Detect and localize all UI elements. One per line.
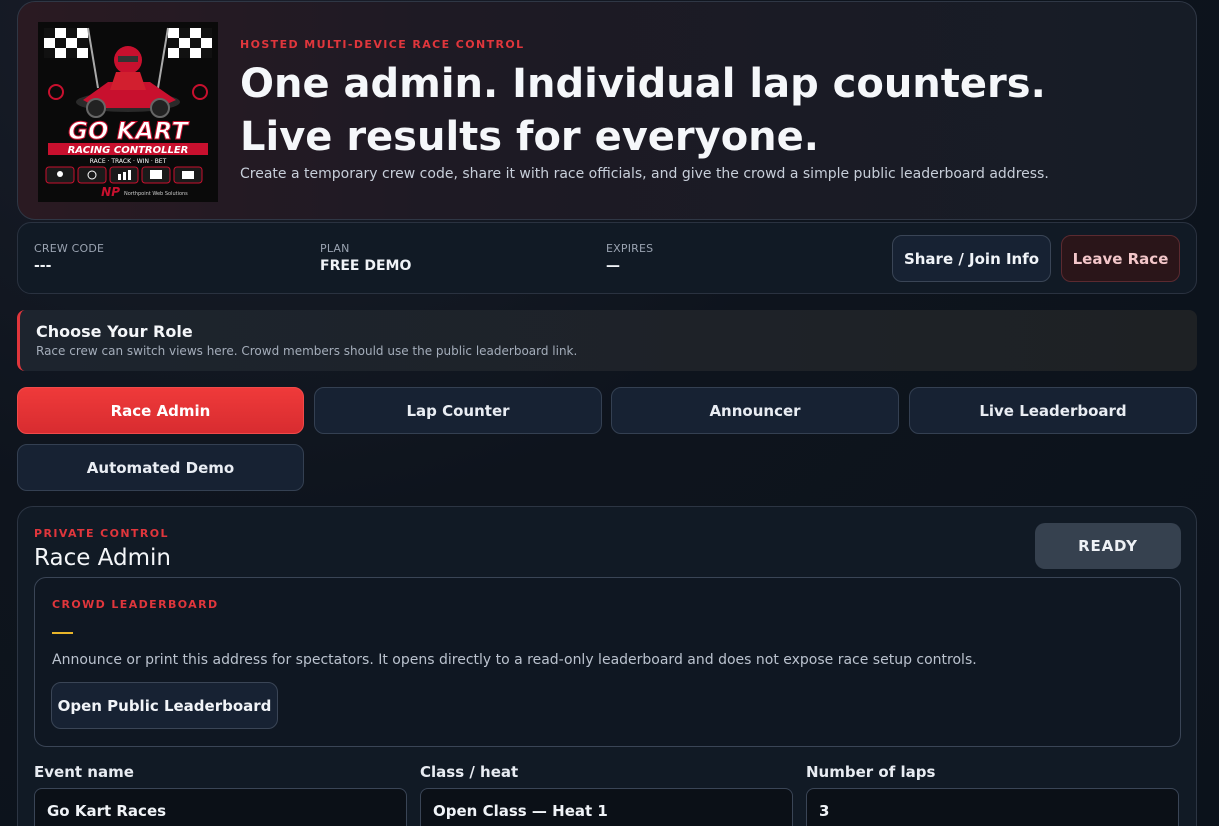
tab-live-leaderboard[interactable]: Live Leaderboard (909, 387, 1197, 434)
choose-role-subtitle: Race crew can switch views here. Crowd m… (36, 344, 578, 358)
share-join-info-button[interactable]: Share / Join Info (892, 235, 1051, 282)
tab-race-admin[interactable]: Race Admin (17, 387, 304, 434)
logo-tagline: RACE · TRACK · WIN · BET (90, 158, 167, 165)
expires-group: EXPIRES — (606, 242, 653, 274)
logo-brand-line2: RACING CONTROLLER (68, 145, 189, 156)
plan-group: PLAN FREE DEMO (320, 242, 411, 274)
crowd-accent-divider (52, 632, 73, 634)
expires-label: EXPIRES (606, 242, 654, 255)
crew-code-value: --- (34, 258, 52, 274)
class-heat-field[interactable]: Open Class — Heat 1 (420, 788, 793, 826)
hero-eyebrow: HOSTED MULTI-DEVICE RACE CONTROL (240, 38, 525, 51)
plan-value: FREE DEMO (320, 258, 412, 274)
crowd-leaderboard-eyebrow: CROWD LEADERBOARD (52, 598, 219, 611)
expires-value: — (606, 258, 620, 274)
logo-company-name: Northpoint Web Solutions (124, 191, 188, 197)
crew-code-group: CREW CODE --- (34, 242, 104, 274)
hero-card: GO KART RACING CONTROLLER RACE · TRACK ·… (17, 1, 1197, 220)
tab-lap-counter[interactable]: Lap Counter (314, 387, 602, 434)
logo-company-initials: NP (101, 185, 120, 199)
page-title: One admin. Individual lap counters. Live… (240, 61, 1046, 160)
open-public-leaderboard-button[interactable]: Open Public Leaderboard (51, 682, 278, 729)
hero-subtitle: Create a temporary crew code, share it w… (240, 166, 1049, 182)
race-info-bar: CREW CODE --- PLAN FREE DEMO EXPIRES — S… (17, 222, 1197, 294)
plan-label: PLAN (320, 242, 350, 255)
race-admin-panel: PRIVATE CONTROL Race Admin READY CROWD L… (17, 506, 1197, 826)
event-name-label: Event name (34, 763, 134, 781)
crowd-leaderboard-text: Announce or print this address for spect… (52, 652, 977, 668)
status-badge: READY (1035, 523, 1181, 569)
panel-title: Race Admin (34, 545, 171, 571)
class-heat-label: Class / heat (420, 763, 519, 781)
event-name-field[interactable]: Go Kart Races (34, 788, 407, 826)
go-kart-logo: GO KART RACING CONTROLLER RACE · TRACK ·… (38, 22, 218, 202)
panel-eyebrow: PRIVATE CONTROL (34, 527, 169, 540)
choose-role-banner: Choose Your Role Race crew can switch vi… (17, 310, 1197, 371)
choose-role-title: Choose Your Role (36, 322, 193, 341)
number-of-laps-field[interactable]: 3 (806, 788, 1179, 826)
leave-race-button[interactable]: Leave Race (1061, 235, 1180, 282)
number-of-laps-label: Number of laps (806, 763, 936, 781)
tab-automated-demo[interactable]: Automated Demo (17, 444, 304, 491)
tab-announcer[interactable]: Announcer (611, 387, 899, 434)
logo-brand-line1: GO KART (68, 117, 189, 145)
crowd-leaderboard-box: CROWD LEADERBOARD Announce or print this… (34, 577, 1181, 747)
crew-code-label: CREW CODE (34, 242, 105, 255)
